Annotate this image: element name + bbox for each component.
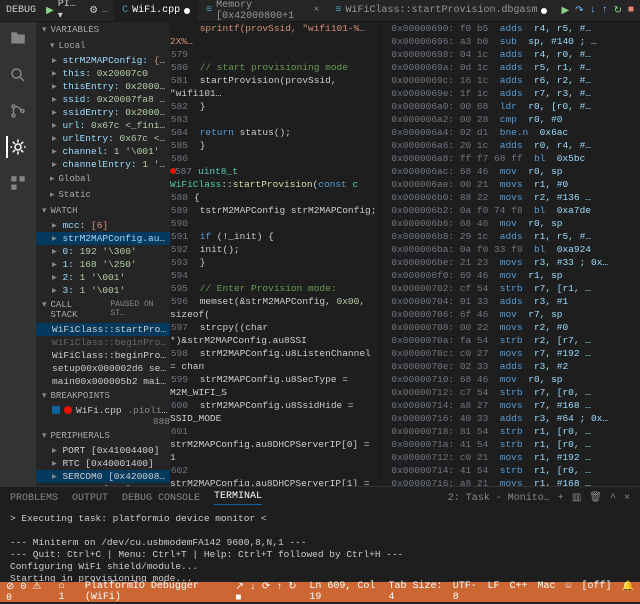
status-item[interactable]: LF — [487, 581, 499, 603]
breakpoints-header[interactable]: ▾BREAKPOINTS — [36, 388, 170, 404]
watch-item[interactable]: ▸ 0: 192 '\300' — [36, 245, 170, 258]
step-out-icon[interactable]: ↑ — [602, 5, 608, 16]
disassembly-editor[interactable]: 0x00000690: f0 b5 adds r4, r5, #… 0x0000… — [380, 22, 640, 486]
search-icon[interactable] — [7, 64, 29, 86]
status-item[interactable]: UTF-8 — [453, 581, 478, 603]
restart-icon[interactable]: ↻ — [614, 5, 622, 17]
continue-icon[interactable]: ▶ — [561, 5, 569, 17]
status-item[interactable]: [off] — [582, 581, 612, 603]
editor-tab[interactable]: ≡Memory [0x42000800+1× — [198, 0, 327, 25]
terminal-selector[interactable]: 2: Task - Monito… — [448, 493, 550, 504]
variable-item[interactable]: ▸ url: 0x67c <_fini+752>… — [36, 119, 170, 132]
start-debug-icon[interactable]: ▶ — [46, 5, 54, 17]
editor-area: sprintf(provSsid, "wifi101-%…2X%…579580 … — [170, 22, 640, 486]
watch-item[interactable]: ▸ 1: 168 '\250' — [36, 258, 170, 271]
variable-item[interactable]: ▸ urlEntry: 0x67c <_fini… — [36, 132, 170, 145]
maximize-panel-icon[interactable]: ^ — [610, 493, 616, 504]
peripherals-header[interactable]: ▾PERIPHERALS — [36, 428, 170, 444]
status-item[interactable]: ⌂ 1 — [59, 581, 75, 604]
variable-item[interactable]: ▸ strM2MAPConfig: {…} — [36, 54, 170, 67]
new-terminal-icon[interactable]: + — [558, 493, 564, 504]
variable-item[interactable]: ▸ thisEntry: 0x20007c8 … — [36, 80, 170, 93]
terminal-output[interactable]: > Executing task: platformio device moni… — [0, 509, 640, 589]
variables-header[interactable]: ▾VARIABLES — [36, 22, 170, 38]
stack-frame[interactable]: WiFiClass::beginProvisionM… — [36, 349, 170, 362]
stack-frame[interactable]: WiFiClass::beginProvisionM… — [36, 336, 170, 349]
static-scope[interactable]: ▸Static — [36, 187, 170, 203]
debug-label: DEBUG — [0, 5, 42, 16]
debug-icon[interactable] — [6, 136, 28, 158]
activity-bar — [0, 22, 36, 486]
variable-item[interactable]: ▸ ssidEntry: 0x20007fa8 "… — [36, 106, 170, 119]
terminal-tab[interactable]: TERMINAL — [214, 491, 262, 505]
chevron-icon: … — [102, 5, 108, 16]
step-over-icon[interactable]: ↷ — [575, 5, 583, 17]
top-bar: DEBUG ▶ PI… ▾ ⚙ … CWiFi.cpp≡Memory [0x42… — [0, 0, 640, 22]
scm-icon[interactable] — [7, 100, 29, 122]
split-terminal-icon[interactable]: ▥ — [572, 492, 581, 504]
breakpoint-item[interactable]: WiFi.cpp .piolib… 888 — [36, 404, 170, 428]
status-item[interactable]: 🔔 — [622, 581, 634, 603]
status-item[interactable]: Tab Size: 4 — [389, 581, 443, 603]
editor-tabs: CWiFi.cpp≡Memory [0x42000800+1×≡WiFiClas… — [114, 0, 555, 25]
source-editor[interactable]: sprintf(provSsid, "wifi101-%…2X%…579580 … — [170, 22, 380, 486]
debug-config-dropdown[interactable]: PI… ▾ — [58, 0, 85, 22]
status-item[interactable]: Mac — [538, 581, 556, 603]
explorer-icon[interactable] — [7, 28, 29, 50]
stack-frame[interactable]: WiFiClass::startProvisionM… — [36, 323, 170, 336]
status-item[interactable]: ☺ — [566, 581, 572, 603]
status-item[interactable]: C++ — [509, 581, 527, 603]
stack-frame[interactable]: main00x000005b2 main.d… — [36, 375, 170, 388]
editor-tab[interactable]: CWiFi.cpp — [114, 0, 198, 25]
variable-item[interactable]: ▸ ssid: 0x20007fa8 "wifi1… — [36, 93, 170, 106]
watch-item[interactable]: ▸ 2: 1 '\001' — [36, 271, 170, 284]
panel: PROBLEMS OUTPUT DEBUG CONSOLE TERMINAL 2… — [0, 486, 640, 582]
output-tab[interactable]: OUTPUT — [72, 493, 108, 504]
gear-icon[interactable]: ⚙ — [89, 5, 98, 17]
extensions-icon[interactable] — [7, 172, 29, 194]
editor-tab[interactable]: ≡WiFiClass::startProvision.dbgasm — [327, 0, 555, 25]
callstack-header[interactable]: ▾CALL STACK PAUSED ON ST… — [36, 297, 170, 323]
watch-header[interactable]: ▾WATCH — [36, 203, 170, 219]
global-scope[interactable]: ▸Global — [36, 171, 170, 187]
debug-console-tab[interactable]: DEBUG CONSOLE — [122, 493, 200, 504]
debug-sidebar: ▾VARIABLES ▾Local ▸ strM2MAPConfig: {…}▸… — [36, 22, 170, 486]
kill-terminal-icon[interactable]: 🗑 — [589, 492, 602, 504]
peripheral-item[interactable]: ▸ PORT [0x41004400] — [36, 444, 170, 457]
watch-item[interactable]: ▸ strM2MAPConfig.au8DHCPSer… — [36, 232, 170, 245]
watch-item[interactable]: ▸ mcc: [6] — [36, 219, 170, 232]
debug-toolbar: ▶ ↷ ↓ ↑ ↻ ■ — [555, 5, 640, 17]
step-into-icon[interactable]: ↓ — [590, 5, 596, 16]
status-item[interactable]: PlatformIO Debugger (WiFi) — [85, 581, 226, 604]
status-item[interactable]: ⊘ 0 ⚠ 0 — [6, 581, 49, 604]
peripheral-item[interactable]: ▸ SERCOM0 [0x42000800… — [36, 470, 170, 483]
stack-frame[interactable]: setup00x000002d6 setup… — [36, 362, 170, 375]
variable-item[interactable]: ▸ channel: 1 '\001' — [36, 145, 170, 158]
stop-icon[interactable]: ■ — [628, 5, 634, 16]
peripheral-item[interactable]: ▸ RTC [0x40001400] — [36, 457, 170, 470]
local-scope[interactable]: ▾Local — [36, 38, 170, 54]
close-panel-icon[interactable]: × — [624, 493, 630, 504]
variable-item[interactable]: ▸ this: 0x20007c0 — [36, 67, 170, 80]
status-item[interactable]: ↗ ↓ ⟳ ↑ ↻ ■ — [236, 581, 302, 604]
watch-item[interactable]: ▸ 3: 1 '\001' — [36, 284, 170, 297]
status-bar: ⊘ 0 ⚠ 0 ⌂ 1 PlatformIO Debugger (WiFi) ↗ ↓ … — [0, 582, 640, 602]
variable-item[interactable]: ▸ channelEntry: 1 '\001' — [36, 158, 170, 171]
problems-tab[interactable]: PROBLEMS — [10, 493, 58, 504]
status-item[interactable]: Ln 609, Col 19 — [309, 581, 378, 603]
